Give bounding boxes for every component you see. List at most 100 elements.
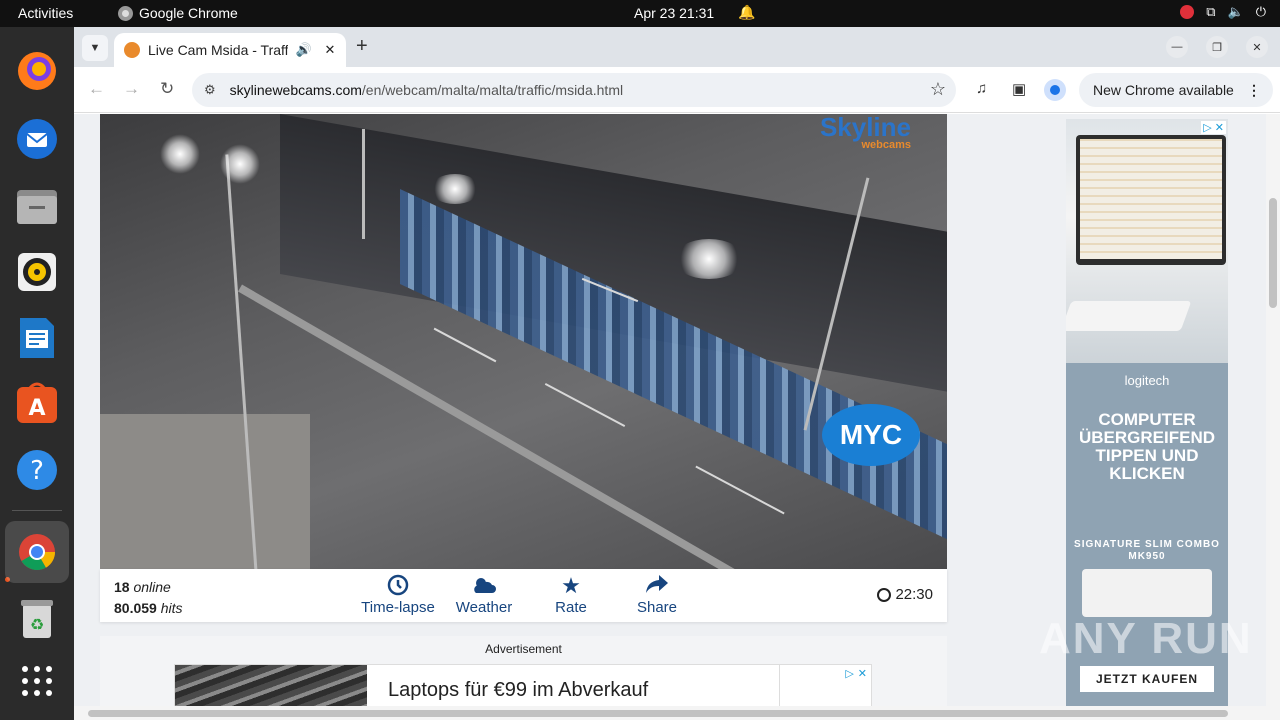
skyline-webcams-logo: Skyline webcams bbox=[819, 114, 911, 151]
reload-icon[interactable]: ↻ bbox=[160, 79, 174, 99]
forward-arrow-icon[interactable]: → bbox=[123, 79, 140, 99]
chrome-window: ▼ Live Cam Msida - Traffi 🔊 ✕ + — ❐ ✕ ← … bbox=[74, 27, 1280, 720]
rhythmbox-icon[interactable] bbox=[13, 248, 61, 296]
monitor-image bbox=[1076, 135, 1226, 265]
chrome-update-button[interactable]: New Chrome available ⋮ bbox=[1079, 73, 1273, 107]
horizontal-scrollbar[interactable] bbox=[74, 706, 1280, 720]
help-icon[interactable]: ? bbox=[13, 446, 61, 494]
volume-icon: 🔈 bbox=[1227, 4, 1244, 19]
adchoices-play-icon: ▷ bbox=[845, 668, 854, 680]
firefox-icon[interactable] bbox=[13, 47, 61, 95]
keyboard-image bbox=[1066, 301, 1192, 331]
url-domain: skylinewebcams.com bbox=[229, 82, 362, 98]
clock-icon bbox=[877, 587, 892, 602]
app-name: Google Chrome bbox=[139, 5, 238, 21]
system-top-bar: Activities Google Chrome Apr 23 21:31 🔔 … bbox=[0, 0, 1280, 27]
weather-button[interactable]: Weather bbox=[454, 573, 514, 616]
kebab-menu-icon[interactable]: ⋮ bbox=[1247, 82, 1261, 99]
chrome-icon[interactable] bbox=[5, 521, 69, 583]
anyrun-watermark: ANY RUN bbox=[1039, 614, 1253, 663]
system-tray[interactable]: ⧉ 🔈 ⏻ bbox=[1180, 4, 1266, 20]
desk-photo bbox=[1066, 119, 1228, 363]
local-time-value: 22:30 bbox=[895, 586, 933, 603]
webcam-stream[interactable]: Skyline webcams MYC bbox=[100, 114, 947, 569]
url-path: /en/webcam/malta/malta/traffic/msida.htm… bbox=[361, 82, 624, 98]
share-button[interactable]: Share bbox=[632, 573, 682, 616]
svg-text:?: ? bbox=[30, 456, 44, 486]
timelapse-button[interactable]: Time-lapse bbox=[361, 573, 435, 616]
side-ad-product: SIGNATURE SLIM COMBO MK950 bbox=[1074, 539, 1220, 562]
media-control-icon[interactable]: ♫ bbox=[976, 80, 987, 97]
back-arrow-icon[interactable]: ← bbox=[88, 79, 105, 99]
myc-logo: MYC bbox=[822, 404, 920, 466]
lane-marking bbox=[544, 382, 626, 428]
chrome-icon bbox=[118, 5, 133, 21]
sidewalk bbox=[100, 414, 310, 569]
timelapse-label: Time-lapse bbox=[361, 599, 435, 616]
svg-text:♻: ♻ bbox=[30, 615, 44, 634]
side-panel-icon[interactable]: ▣ bbox=[1012, 80, 1026, 98]
side-ad-choices[interactable]: ▷ ✕ bbox=[1201, 121, 1226, 134]
online-count: 18 bbox=[114, 579, 130, 595]
horizontal-scroll-thumb[interactable] bbox=[88, 710, 1228, 717]
logitech-brand: logitech bbox=[1124, 373, 1170, 388]
street-light bbox=[220, 144, 260, 184]
buy-now-button[interactable]: JETZT KAUFEN bbox=[1080, 666, 1214, 692]
hits-label: hits bbox=[160, 600, 183, 616]
minimize-icon[interactable]: — bbox=[1166, 36, 1188, 58]
app-menu[interactable]: Google Chrome bbox=[118, 5, 238, 21]
dock-separator bbox=[12, 510, 62, 511]
rate-button[interactable]: ★ Rate bbox=[551, 573, 591, 616]
street-pole bbox=[362, 129, 365, 239]
car-headlight bbox=[674, 239, 744, 279]
car-headlight bbox=[430, 174, 480, 204]
hits-count: 80.059 bbox=[114, 600, 157, 616]
skyline-favicon-icon bbox=[124, 42, 140, 58]
clock-datetime[interactable]: Apr 23 21:31 bbox=[634, 5, 714, 21]
star-icon: ★ bbox=[561, 573, 581, 598]
webcam-info-bar: 18 online 80.059 hits Time-lapse Weather bbox=[100, 569, 947, 622]
tab-search-chevron-down-icon[interactable]: ▼ bbox=[82, 35, 108, 61]
page-viewport: Skyline webcams MYC 18 online 80.059 hit… bbox=[74, 114, 1280, 720]
mk950-keyboard-image bbox=[1082, 569, 1212, 617]
address-bar[interactable]: ⚙ skylinewebcams.com/en/webcam/malta/mal… bbox=[192, 73, 956, 107]
window-close-icon[interactable]: ✕ bbox=[1246, 36, 1268, 58]
notification-bell-icon[interactable]: 🔔 bbox=[738, 4, 755, 21]
tab-live-cam[interactable]: Live Cam Msida - Traffi 🔊 ✕ bbox=[114, 33, 346, 67]
thunderbird-icon[interactable] bbox=[13, 115, 61, 163]
writer-icon[interactable] bbox=[13, 314, 61, 362]
files-icon[interactable] bbox=[13, 182, 61, 230]
share-label: Share bbox=[636, 599, 678, 616]
ad-choices[interactable]: ▷ ✕ bbox=[845, 667, 867, 680]
skyline-brand-text: Skyline bbox=[819, 114, 911, 142]
lane-marking bbox=[695, 465, 785, 515]
site-info-icon[interactable]: ⚙ bbox=[204, 82, 216, 98]
apps-grid-icon[interactable] bbox=[13, 657, 61, 705]
audio-playing-icon[interactable]: 🔊 bbox=[296, 42, 312, 58]
webcam-player: Skyline webcams MYC 18 online 80.059 hit… bbox=[100, 114, 947, 622]
monitor-screen bbox=[1080, 139, 1222, 259]
recording-indicator-icon bbox=[1180, 5, 1195, 19]
lane-marking bbox=[433, 327, 497, 363]
timelapse-icon bbox=[361, 573, 435, 599]
profile-avatar[interactable] bbox=[1044, 79, 1066, 101]
app-center-icon[interactable]: A bbox=[13, 379, 61, 427]
power-icon: ⏻ bbox=[1255, 4, 1266, 19]
browser-toolbar: ← → ↻ ⚙ skylinewebcams.com/en/webcam/mal… bbox=[74, 67, 1280, 113]
new-tab-plus-icon[interactable]: + bbox=[356, 35, 368, 58]
network-icon: ⧉ bbox=[1206, 4, 1216, 19]
vertical-scrollbar[interactable] bbox=[1266, 114, 1280, 720]
rate-label: Rate bbox=[555, 599, 587, 616]
restore-icon[interactable]: ❐ bbox=[1206, 36, 1228, 58]
trash-icon[interactable]: ♻ bbox=[13, 595, 61, 643]
weather-cloud-sun-icon bbox=[454, 573, 514, 599]
vertical-scroll-thumb[interactable] bbox=[1269, 198, 1277, 308]
tab-close-icon[interactable]: ✕ bbox=[320, 42, 340, 58]
activities-button[interactable]: Activities bbox=[18, 5, 73, 21]
ad-close-icon[interactable]: ✕ bbox=[858, 667, 867, 680]
local-time: 22:30 bbox=[877, 586, 933, 603]
online-label: online bbox=[133, 579, 171, 595]
bookmark-star-icon[interactable]: ☆ bbox=[930, 79, 946, 100]
ad-banner-text: Laptops für €99 im Abverkauf bbox=[388, 679, 649, 701]
tab-title: Live Cam Msida - Traffi bbox=[148, 42, 288, 58]
